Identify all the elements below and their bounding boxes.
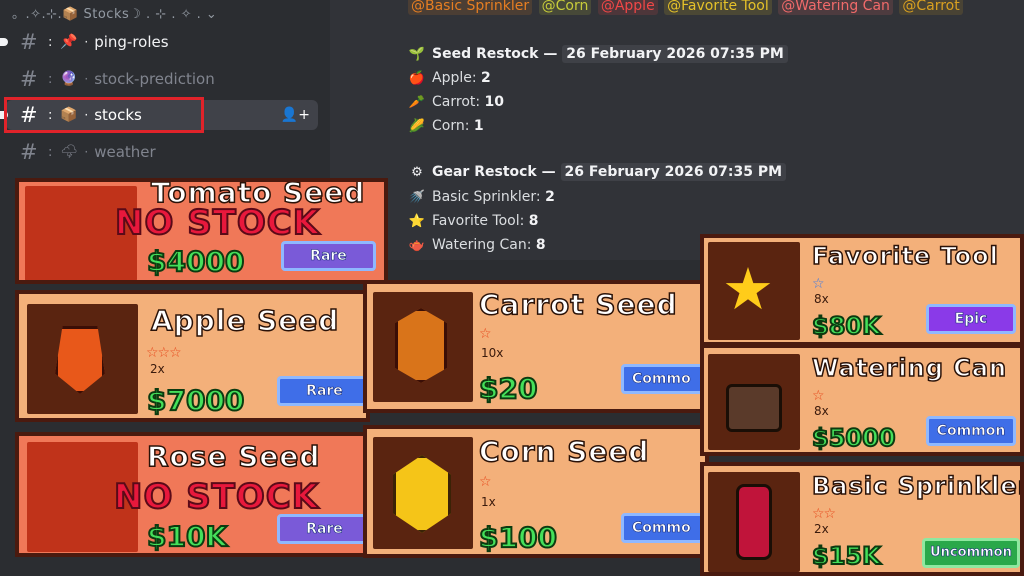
item-name: Corn Seed — [478, 434, 650, 469]
apple-icon: 🍎 — [408, 71, 426, 86]
mention-favorite-tool[interactable]: @Favorite Tool — [664, 0, 772, 15]
rarity-stars: ☆☆☆ — [146, 345, 182, 361]
hash-icon: # — [20, 30, 38, 54]
rarity-badge: Epic — [926, 304, 1016, 334]
highlight-box — [4, 97, 204, 133]
star-key-icon: ★ — [722, 255, 774, 323]
unread-indicator — [0, 38, 8, 46]
shop-card-favorite-tool[interactable]: ★ Favorite Tool ☆ 8x $80K Epic — [700, 234, 1024, 346]
shop-card-carrot-seed[interactable]: Carrot Seed ☆ 10x $20 Commo — [363, 280, 709, 413]
timestamp: 26 February 2026 07:35 PM — [562, 45, 788, 63]
item-quantity: 2x — [814, 522, 829, 536]
rarity-badge: Uncommon — [922, 538, 1020, 568]
shop-card-tomato-seed[interactable]: Tomato Seed $4000 Rare NO STOCK — [15, 178, 388, 284]
item-price: $100 — [478, 520, 558, 554]
rarity-badge: Commo — [621, 364, 705, 394]
item-price: $10K — [146, 519, 228, 553]
item-name: Apple Seed — [150, 303, 340, 338]
apple-seed-icon — [55, 326, 105, 394]
carrot-icon: 🥕 — [408, 95, 426, 110]
hash-icon: # — [20, 67, 38, 91]
channel-label: ping-roles — [94, 33, 169, 51]
gear-item-favorite-tool: ⭐ Favorite Tool: 8 — [408, 213, 539, 229]
item-name: Favorite Tool — [811, 241, 999, 271]
mention-basic-sprinkler[interactable]: @Basic Sprinkler — [408, 0, 533, 15]
rarity-badge: Commo — [621, 513, 705, 543]
item-name: Watering Can — [811, 353, 1008, 383]
item-price: $80K — [811, 311, 882, 341]
item-quantity: 1x — [481, 495, 496, 509]
mention-corn[interactable]: @Corn — [538, 0, 592, 15]
mention-apple[interactable]: @Apple — [597, 0, 658, 15]
item-name: Basic Sprinkler — [811, 471, 1024, 501]
channel-sidebar: 。.✧.⊹.📦 Stocks☽ . ⊹ . ✧ . ⌄ # : 📌 · ping… — [0, 0, 330, 180]
chat-message-area: @Basic Sprinkler @Corn @Apple @Favorite … — [330, 0, 1024, 260]
corn-icon: 🌽 — [408, 119, 426, 134]
rarity-badge: Rare — [277, 514, 366, 544]
star-icon: ⭐ — [408, 214, 426, 229]
mention-carrot[interactable]: @Carrot — [899, 0, 963, 15]
sprinkler-icon — [736, 484, 772, 560]
gear-item-sprinkler: 🚿 Basic Sprinkler: 2 — [408, 189, 555, 205]
channel-label: weather — [94, 143, 156, 161]
channel-label: stock-prediction — [94, 70, 215, 88]
item-price: $5000 — [811, 423, 896, 452]
invite-user-icon[interactable]: 👤+ — [281, 107, 310, 123]
item-price: $20 — [478, 371, 538, 406]
seed-item-apple: 🍎 Apple: 2 — [408, 70, 491, 86]
shop-card-basic-sprinkler[interactable]: Basic Sprinkler ☆☆ 2x $15K Uncommon — [700, 462, 1024, 576]
gear-item-watering-can: 🫖 Watering Can: 8 — [408, 237, 546, 253]
storm-cloud-icon: 🌩 — [60, 144, 79, 160]
item-quantity: 10x — [481, 346, 504, 360]
rarity-badge: Rare — [281, 241, 376, 271]
mention-watering-can[interactable]: @Watering Can — [778, 0, 893, 15]
item-quantity: 8x — [814, 404, 829, 418]
role-mentions: @Basic Sprinkler @Corn @Apple @Favorite … — [408, 0, 965, 15]
rarity-badge: Rare — [277, 376, 366, 406]
item-name: Rose Seed — [146, 439, 321, 474]
item-price: $4000 — [146, 244, 245, 279]
watering-can-icon — [726, 384, 782, 432]
channel-weather[interactable]: # : 🌩 · weather — [6, 137, 318, 167]
pin-icon: 📌 — [60, 34, 78, 50]
category-header[interactable]: 。.✧.⊹.📦 Stocks☽ . ⊹ . ✧ . ⌄ — [12, 3, 217, 22]
rarity-stars: ☆☆ — [812, 506, 836, 522]
sprinkler-icon: 🚿 — [408, 190, 426, 205]
channel-ping-roles[interactable]: # : 📌 · ping-roles — [0, 27, 318, 57]
hash-icon: # — [20, 140, 38, 164]
shop-card-apple-seed[interactable]: Apple Seed ☆☆☆ 2x $7000 Rare — [15, 290, 370, 422]
item-name: Carrot Seed — [478, 287, 678, 322]
timestamp: 26 February 2026 07:35 PM — [560, 163, 787, 181]
item-quantity: 2x — [150, 362, 165, 376]
corn-seed-icon — [393, 455, 451, 533]
item-price: $7000 — [146, 383, 245, 418]
rarity-badge: Common — [926, 416, 1016, 446]
seedling-icon: 🌱 — [408, 47, 426, 62]
seed-item-corn: 🌽 Corn: 1 — [408, 118, 484, 134]
rarity-stars: ☆ — [812, 276, 825, 292]
item-price: $15K — [811, 541, 882, 571]
shop-card-corn-seed[interactable]: Corn Seed ☆ 1x $100 Commo — [363, 425, 709, 558]
gear-icon: ⚙ — [411, 165, 423, 180]
carrot-seed-icon — [395, 308, 447, 383]
item-quantity: 8x — [814, 292, 829, 306]
no-stock-label: NO STOCK — [114, 202, 321, 244]
seed-restock-header: 🌱 Seed Restock — 26 February 2026 07:35 P… — [408, 45, 788, 63]
shop-card-rose-seed[interactable]: Rose Seed $10K Rare NO STOCK — [15, 432, 370, 557]
watering-can-icon: 🫖 — [408, 238, 426, 253]
crystal-ball-icon: 🔮 — [60, 71, 78, 87]
shop-card-watering-can[interactable]: Watering Can ☆ 8x $5000 Common — [700, 344, 1024, 456]
no-stock-label: NO STOCK — [113, 476, 320, 518]
gear-restock-header: ⚙ Gear Restock — 26 February 2026 07:35 P… — [408, 163, 787, 181]
rarity-stars: ☆ — [479, 326, 492, 342]
rarity-stars: ☆ — [812, 388, 825, 404]
seed-item-carrot: 🥕 Carrot: 10 — [408, 94, 505, 110]
rarity-stars: ☆ — [479, 474, 492, 490]
channel-stock-prediction[interactable]: # : 🔮 · stock-prediction — [6, 64, 318, 94]
